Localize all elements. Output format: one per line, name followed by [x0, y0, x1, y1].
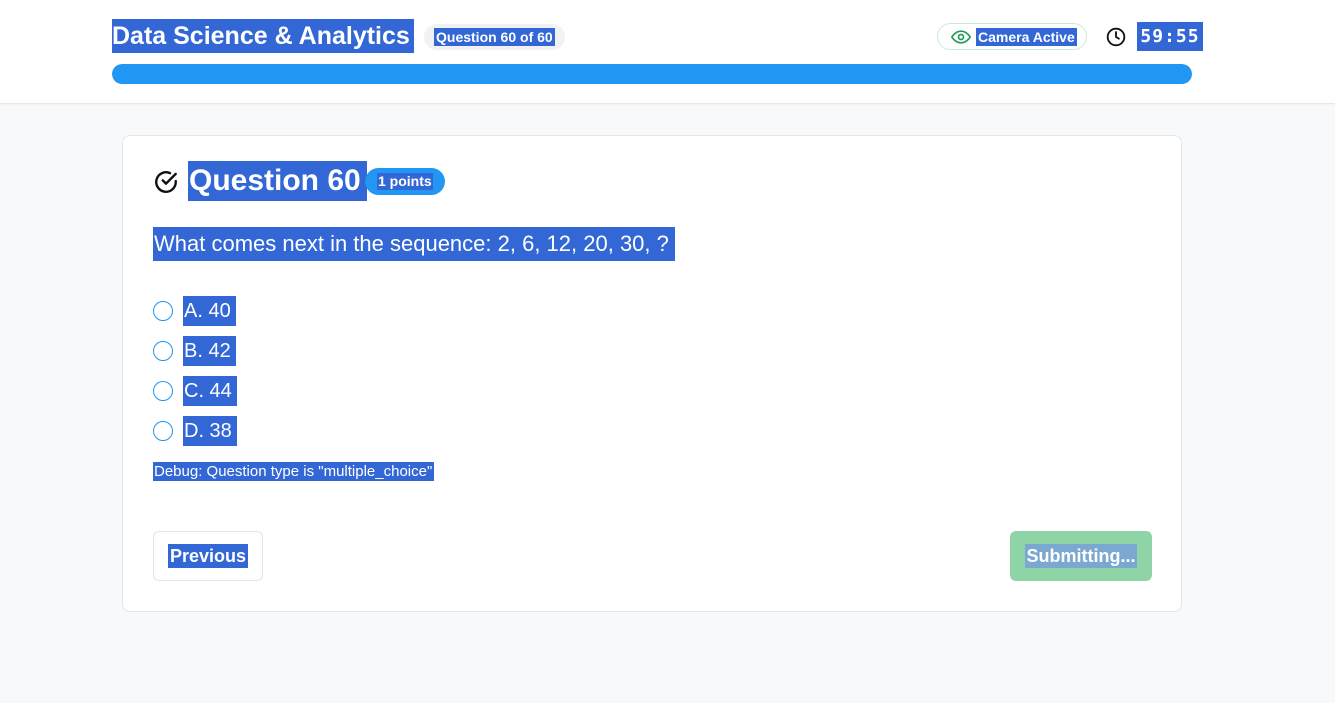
points-badge-label: 1 points — [377, 173, 433, 190]
option-c-radio[interactable] — [153, 381, 173, 401]
clock-icon — [1106, 27, 1126, 47]
submit-button-label[interactable]: Submitting... — [1024, 544, 1138, 568]
submit-button[interactable]: Submitting... — [1010, 531, 1152, 581]
option-a[interactable]: A. 40 — [153, 291, 237, 331]
option-a-label[interactable]: A. 40 — [183, 296, 236, 326]
option-b-radio[interactable] — [153, 341, 173, 361]
option-b-label[interactable]: B. 42 — [183, 336, 236, 366]
question-text: What comes next in the sequence: 2, 6, 1… — [153, 227, 675, 261]
timer: 59:55 — [1137, 22, 1203, 51]
course-title: Data Science & Analytics — [112, 19, 414, 53]
camera-status-badge: Camera Active — [937, 23, 1087, 50]
previous-button[interactable]: Previous — [153, 531, 263, 581]
option-c-label[interactable]: C. 44 — [183, 376, 237, 406]
progress-bar — [112, 64, 1192, 84]
option-a-radio[interactable] — [153, 301, 173, 321]
option-c[interactable]: C. 44 — [153, 371, 237, 411]
points-badge: 1 points — [365, 168, 445, 195]
option-d[interactable]: D. 38 — [153, 411, 237, 451]
progress-bar-fill — [112, 64, 1192, 84]
exam-header: Data Science & Analytics Question 60 of … — [0, 0, 1335, 104]
question-counter-badge: Question 60 of 60 — [424, 24, 565, 50]
option-b[interactable]: B. 42 — [153, 331, 237, 371]
previous-button-label[interactable]: Previous — [167, 544, 249, 568]
option-d-label[interactable]: D. 38 — [183, 416, 237, 446]
debug-message: Debug: Question type is "multiple_choice… — [153, 462, 435, 481]
answer-options: A. 40 B. 42 C. 44 D. 38 — [153, 291, 237, 451]
question-title: Question 60 — [188, 161, 367, 201]
camera-status-label: Camera Active — [976, 27, 1077, 46]
question-counter-label: Question 60 of 60 — [434, 28, 555, 46]
eye-icon — [951, 29, 971, 44]
option-d-radio[interactable] — [153, 421, 173, 441]
question-card: Question 60 1 points What comes next in … — [122, 135, 1182, 612]
check-circle-icon — [155, 171, 177, 193]
